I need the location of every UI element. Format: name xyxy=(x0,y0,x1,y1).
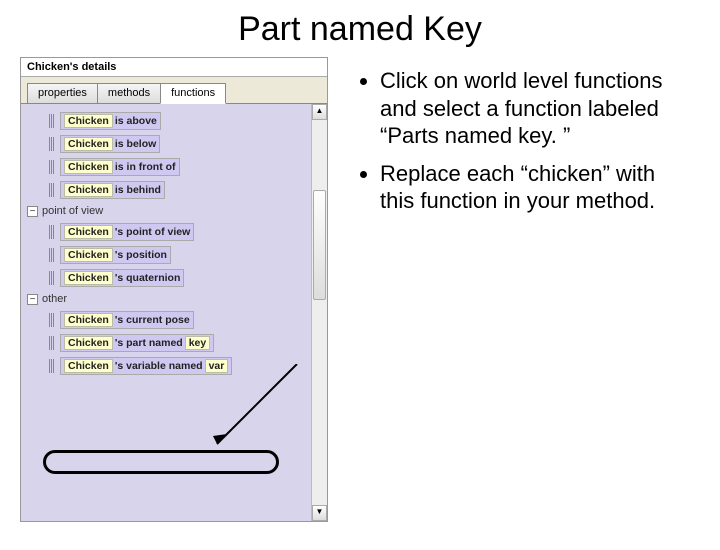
object-chip[interactable]: Chicken xyxy=(64,313,113,327)
drag-grip-icon xyxy=(49,248,55,262)
function-tile[interactable]: Chickenis below xyxy=(21,134,327,154)
arrow-annotation xyxy=(207,364,307,464)
function-label: 's point of view xyxy=(115,226,190,238)
drag-grip-icon xyxy=(49,183,55,197)
bullet-item: Click on world level functions and selec… xyxy=(380,67,690,150)
drag-grip-icon xyxy=(49,359,55,373)
vertical-scrollbar[interactable]: ▲ ▼ xyxy=(311,104,327,521)
tab-properties[interactable]: properties xyxy=(27,83,98,104)
function-label: is above xyxy=(115,115,157,127)
slide-title: Part named Key xyxy=(0,10,720,49)
details-panel: Chicken's details properties methods fun… xyxy=(20,57,328,522)
function-label: is below xyxy=(115,138,156,150)
category-label: other xyxy=(42,293,67,305)
function-tile[interactable]: Chicken's current pose xyxy=(21,310,327,330)
scroll-track[interactable] xyxy=(312,120,327,505)
tab-methods[interactable]: methods xyxy=(97,83,161,104)
function-tile-part-named[interactable]: Chicken's part named key xyxy=(21,333,327,353)
instruction-text: Click on world level functions and selec… xyxy=(328,57,700,522)
function-label: 's position xyxy=(115,249,167,261)
category-point-of-view[interactable]: − point of view xyxy=(21,203,327,219)
scroll-down-button[interactable]: ▼ xyxy=(312,505,327,521)
drag-grip-icon xyxy=(49,225,55,239)
drag-grip-icon xyxy=(49,160,55,174)
function-tile[interactable]: Chicken's position xyxy=(21,245,327,265)
object-chip[interactable]: Chicken xyxy=(64,160,113,174)
object-chip[interactable]: Chicken xyxy=(64,271,113,285)
function-tile[interactable]: Chickenis above xyxy=(21,111,327,131)
arg-chip[interactable]: key xyxy=(185,336,211,350)
drag-grip-icon xyxy=(49,313,55,327)
function-label: is in front of xyxy=(115,161,176,173)
drag-grip-icon xyxy=(49,336,55,350)
function-tile[interactable]: Chicken's point of view xyxy=(21,222,327,242)
collapse-icon[interactable]: − xyxy=(27,294,38,305)
function-tile[interactable]: Chickenis in front of xyxy=(21,157,327,177)
object-chip[interactable]: Chicken xyxy=(64,114,113,128)
scroll-up-button[interactable]: ▲ xyxy=(312,104,327,120)
category-label: point of view xyxy=(42,205,103,217)
object-chip[interactable]: Chicken xyxy=(64,137,113,151)
category-other[interactable]: − other xyxy=(21,291,327,307)
function-tile[interactable]: Chicken's variable named var xyxy=(21,356,327,376)
object-chip[interactable]: Chicken xyxy=(64,225,113,239)
object-chip[interactable]: Chicken xyxy=(64,183,113,197)
drag-grip-icon xyxy=(49,271,55,285)
function-tile[interactable]: Chicken's quaternion xyxy=(21,268,327,288)
function-label: 's part named xyxy=(115,337,183,349)
object-chip[interactable]: Chicken xyxy=(64,248,113,262)
function-label: 's variable named xyxy=(115,360,203,372)
function-label: 's quaternion xyxy=(115,272,181,284)
bullet-item: Replace each “chicken” with this functio… xyxy=(380,160,690,215)
functions-list: Chickenis above Chickenis below Chickeni… xyxy=(21,103,327,521)
drag-grip-icon xyxy=(49,137,55,151)
tab-bar: properties methods functions xyxy=(21,77,327,104)
drag-grip-icon xyxy=(49,114,55,128)
arg-chip[interactable]: var xyxy=(205,359,229,373)
highlight-oval xyxy=(43,450,279,474)
collapse-icon[interactable]: − xyxy=(27,206,38,217)
function-tile[interactable]: Chickenis behind xyxy=(21,180,327,200)
function-label: is behind xyxy=(115,184,161,196)
scroll-thumb[interactable] xyxy=(313,190,326,300)
object-chip[interactable]: Chicken xyxy=(64,359,113,373)
object-chip[interactable]: Chicken xyxy=(64,336,113,350)
panel-header: Chicken's details xyxy=(21,58,327,77)
function-label: 's current pose xyxy=(115,314,190,326)
tab-functions[interactable]: functions xyxy=(160,83,226,104)
